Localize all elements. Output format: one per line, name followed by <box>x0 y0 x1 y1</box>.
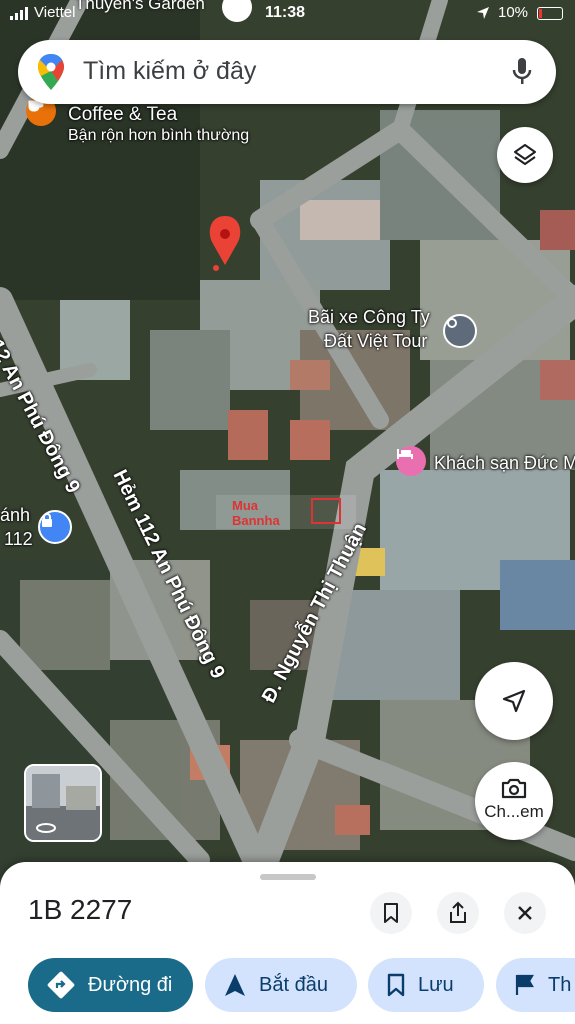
save-place-button[interactable] <box>370 892 412 934</box>
bookmark-icon <box>387 973 405 997</box>
camera-search-button[interactable]: Ch...em <box>475 762 553 840</box>
directions-label: Đường đi <box>88 973 173 996</box>
label-label: Th <box>548 973 572 996</box>
layers-button[interactable] <box>497 127 553 183</box>
save-label: Lưu <box>418 973 454 996</box>
label-button[interactable]: Th <box>496 958 575 1012</box>
camera-icon <box>501 778 527 799</box>
battery-icon <box>537 7 563 20</box>
start-button[interactable]: Bắt đầu <box>205 958 357 1012</box>
save-button[interactable]: Lưu <box>368 958 484 1012</box>
search-bar[interactable]: Tìm kiếm ở đây <box>18 40 556 104</box>
poi-left-line1[interactable]: ánh <box>0 505 30 526</box>
navigation-arrow-icon <box>502 689 526 713</box>
carrier-label: Viettel <box>34 4 76 21</box>
place-marker-icon[interactable] <box>443 314 477 348</box>
clock: 11:38 <box>265 4 306 21</box>
watermark-line2: Bannha <box>232 513 280 528</box>
mic-icon[interactable] <box>512 57 532 87</box>
poi-parking-line2[interactable]: Đất Việt Tour <box>324 331 427 352</box>
battery-percent: 10% <box>498 4 529 21</box>
lock-icon[interactable] <box>38 510 72 544</box>
close-icon <box>518 906 532 920</box>
status-bar: Viettel 11:38 10% <box>0 0 575 30</box>
location-arrow-icon <box>477 7 489 19</box>
search-input[interactable]: Tìm kiếm ở đây <box>83 57 256 86</box>
sheet-grabber[interactable] <box>260 874 316 880</box>
poi-hotel-name[interactable]: Khách sạn Đức M <box>434 453 575 474</box>
poi-left-line2[interactable]: 112 <box>4 529 33 550</box>
flag-icon <box>515 974 534 995</box>
signal-icon <box>10 7 28 20</box>
directions-icon <box>47 971 75 999</box>
close-button[interactable] <box>504 892 546 934</box>
street-view-thumbnail[interactable] <box>24 764 102 842</box>
layers-icon <box>514 144 536 165</box>
camera-button-label: Ch...em <box>484 802 544 821</box>
share-button[interactable] <box>437 892 479 934</box>
place-title: 1B 2277 <box>28 894 133 925</box>
navigation-arrow-icon <box>225 974 245 996</box>
bookmark-icon <box>384 903 398 923</box>
my-location-button[interactable] <box>475 662 553 740</box>
start-label: Bắt đầu <box>259 973 328 996</box>
directions-button[interactable]: Đường đi <box>28 958 193 1012</box>
share-icon <box>450 901 466 923</box>
watermark-line1: Mua <box>232 498 259 513</box>
poi-coffee-status: Bận rộn hơn bình thường <box>68 127 250 144</box>
place-bottom-sheet[interactable]: 1B 2277 Đường đi Bắt đầu Lưu Th <box>0 862 575 1024</box>
hotel-icon[interactable] <box>396 446 426 476</box>
poi-parking-line1[interactable]: Bãi xe Công Ty <box>308 307 430 328</box>
watermark: Mua Bannha <box>216 495 356 529</box>
google-maps-logo-icon <box>38 54 64 90</box>
poi-coffee-name[interactable]: Coffee & Tea <box>68 104 177 126</box>
satellite-map[interactable]: Mua Bannha 12 An Phú Đông 9 Hẻm 112 An P… <box>0 0 575 880</box>
